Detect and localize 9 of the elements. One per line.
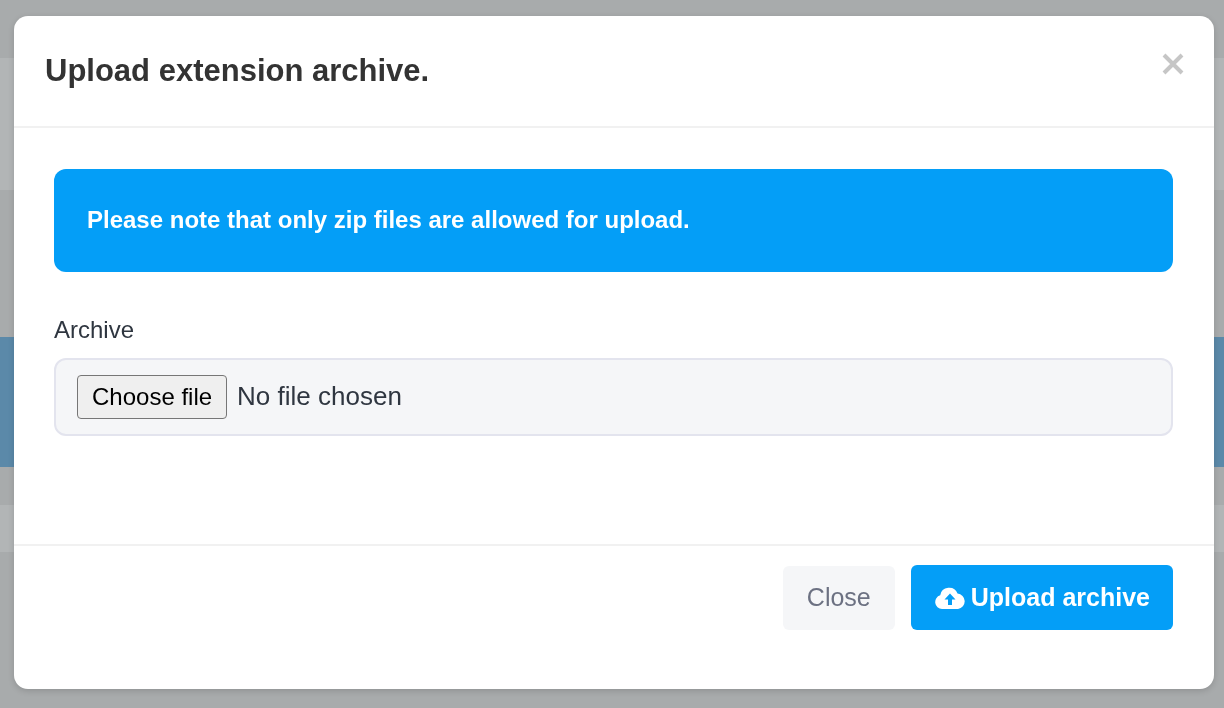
close-button[interactable]: Close	[782, 565, 895, 630]
dialog-title: Upload extension archive.	[45, 52, 430, 90]
alert-text: Please note that only zip files are allowed for upload.	[87, 206, 690, 235]
choose-file-button[interactable]: Choose file	[77, 374, 228, 419]
file-input-field[interactable]: Choose file No file chosen	[54, 357, 1173, 436]
file-status-text: No file chosen	[237, 381, 402, 413]
cloud-upload-icon	[934, 586, 965, 609]
field-label: Archive	[54, 316, 136, 345]
close-icon[interactable]	[1162, 53, 1184, 75]
